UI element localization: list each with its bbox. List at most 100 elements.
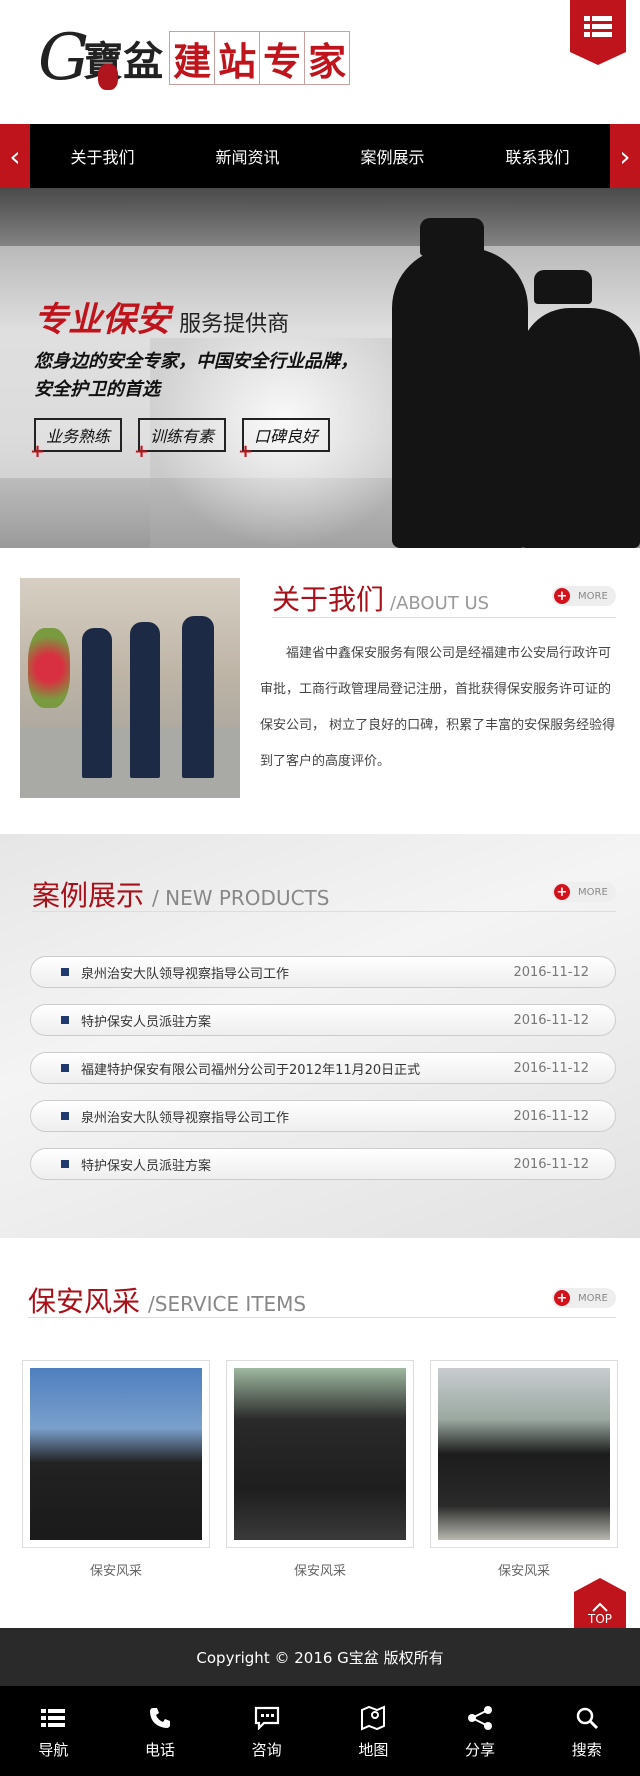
- nav-item-cases[interactable]: 案例展示: [320, 144, 465, 168]
- gallery-caption: 保安风采: [293, 1564, 346, 1579]
- bottom-nav: 导航 电话 咨询 地图 分享 搜索: [0, 1686, 640, 1776]
- banner-tags: 业务熟练 训练有素 口碑良好: [30, 418, 346, 462]
- about-heading: 关于我们/ABOUT US + MORE: [272, 578, 616, 618]
- cases-more-button[interactable]: + MORE: [552, 882, 616, 902]
- bottom-nav-label: 电话: [145, 1740, 176, 1759]
- more-label: MORE: [578, 886, 608, 898]
- banner-tag: 训练有素: [134, 418, 227, 462]
- guard-image: [520, 308, 640, 548]
- bottom-nav-menu[interactable]: 导航: [0, 1686, 107, 1776]
- guard-image: [130, 622, 160, 778]
- nav-next-button[interactable]: ›: [610, 124, 640, 188]
- guard-image: [82, 628, 112, 778]
- service-gallery: 保安风采 保安风采 保安风采: [22, 1360, 618, 1579]
- logo-title: 建 站 专 家: [169, 31, 351, 85]
- nav-item-about[interactable]: 关于我们: [30, 144, 175, 168]
- bottom-nav-map[interactable]: 地图: [320, 1686, 427, 1776]
- logo-letter: G: [38, 21, 90, 95]
- bottom-nav-label: 咨询: [251, 1740, 282, 1759]
- list-item[interactable]: 特护保安人员派驻方案 2016-11-12: [30, 1004, 616, 1036]
- guard-cap: [534, 270, 592, 304]
- bottom-nav-consult[interactable]: 咨询: [213, 1686, 320, 1776]
- logo-title-char: 专: [259, 31, 306, 85]
- service-section: 保安风采/SERVICE ITEMS + MORE 保安风采 保安风采 保安风采: [0, 1238, 640, 1628]
- about-title-en: /ABOUT US: [390, 593, 490, 614]
- gallery-item[interactable]: 保安风采: [226, 1360, 414, 1579]
- more-label: MORE: [578, 590, 608, 602]
- case-title: 福建特护保安有限公司福州分公司于2012年11月20日正式: [81, 1062, 421, 1078]
- service-more-button[interactable]: + MORE: [552, 1288, 616, 1308]
- plus-icon: +: [554, 1290, 570, 1306]
- about-more-button[interactable]: + MORE: [552, 586, 616, 606]
- nav-item-contact[interactable]: 联系我们: [465, 144, 610, 168]
- gallery-item[interactable]: 保安风采: [430, 1360, 618, 1579]
- case-date: 2016-11-12: [513, 1060, 589, 1076]
- banner-subline: 您身边的安全专家，中国安全行业品牌， 安全护卫的首选: [34, 348, 358, 404]
- case-title: 泉州治安大队领导视察指导公司工作: [81, 1110, 290, 1126]
- chevron-up-icon: [592, 1602, 608, 1612]
- logo-title-char: 站: [214, 31, 261, 85]
- top-label: TOP: [587, 1612, 612, 1626]
- gallery-photo: [438, 1368, 610, 1540]
- banner-tag: 业务熟练: [30, 418, 123, 462]
- nav-item-news[interactable]: 新闻资讯: [175, 144, 320, 168]
- banner-subline-1: 您身边的安全专家，中国安全行业品牌，: [34, 351, 358, 372]
- bullet-icon: [61, 968, 69, 976]
- list-item[interactable]: 泉州治安大队领导视察指导公司工作 2016-11-12: [30, 1100, 616, 1132]
- bottom-nav-label: 分享: [465, 1740, 496, 1759]
- search-icon: [575, 1703, 599, 1733]
- list-menu-icon: [584, 16, 612, 37]
- bullet-icon: [61, 1160, 69, 1168]
- bullet-icon: [61, 1112, 69, 1120]
- footer: Copyright © 2016 G宝盆 版权所有: [0, 1628, 640, 1686]
- about-title-zh: 关于我们: [272, 583, 385, 616]
- bullet-icon: [61, 1016, 69, 1024]
- logo-title-char: 家: [304, 31, 351, 85]
- cases-heading: 案例展示 / NEW PRODUCTS + MORE: [32, 874, 616, 912]
- header: G 寶盆 建 站 专 家: [0, 0, 640, 124]
- photo-frame: [226, 1360, 414, 1548]
- bottom-nav-label: 地图: [358, 1740, 389, 1759]
- hero-banner[interactable]: 专业保安 服务提供商 您身边的安全专家，中国安全行业品牌， 安全护卫的首选 业务…: [0, 188, 640, 548]
- bottom-nav-phone[interactable]: 电话: [107, 1686, 214, 1776]
- gallery-item[interactable]: 保安风采: [22, 1360, 210, 1579]
- case-date: 2016-11-12: [513, 964, 589, 980]
- case-date: 2016-11-12: [513, 1156, 589, 1172]
- list-icon: [41, 1703, 66, 1733]
- list-item[interactable]: 福建特护保安有限公司福州分公司于2012年11月20日正式 2016-11-12: [30, 1052, 616, 1084]
- menu-button[interactable]: [570, 0, 626, 65]
- list-item[interactable]: 特护保安人员派驻方案 2016-11-12: [30, 1148, 616, 1180]
- bottom-nav-search[interactable]: 搜索: [533, 1686, 640, 1776]
- list-item[interactable]: 泉州治安大队领导视察指导公司工作 2016-11-12: [30, 956, 616, 988]
- nav-items: 关于我们 新闻资讯 案例展示 联系我们: [30, 144, 610, 168]
- gallery-caption: 保安风采: [497, 1564, 550, 1579]
- case-list: 泉州治安大队领导视察指导公司工作 2016-11-12 特护保安人员派驻方案 2…: [30, 956, 616, 1196]
- service-title-en: /SERVICE ITEMS: [148, 1292, 307, 1316]
- map-icon: [360, 1703, 386, 1733]
- service-heading: 保安风采/SERVICE ITEMS + MORE: [28, 1280, 616, 1318]
- share-icon: [467, 1703, 493, 1733]
- cases-section: 案例展示 / NEW PRODUCTS + MORE 泉州治安大队领导视察指导公司…: [0, 834, 640, 1238]
- plus-icon: +: [554, 884, 570, 900]
- main-nav: ‹ 关于我们 新闻资讯 案例展示 联系我们 ›: [0, 124, 640, 188]
- banner-headline-sub: 服务提供商: [179, 312, 290, 337]
- photo-frame: [22, 1360, 210, 1548]
- cases-title-zh: 案例展示: [32, 879, 145, 912]
- logo-title-char: 建: [169, 31, 216, 85]
- guard-image: [182, 616, 214, 778]
- nav-prev-button[interactable]: ‹: [0, 124, 30, 188]
- banner-headline-main: 专业保安: [34, 300, 170, 340]
- gallery-photo: [234, 1368, 406, 1540]
- back-to-top-button[interactable]: TOP: [574, 1578, 626, 1630]
- bottom-nav-share[interactable]: 分享: [427, 1686, 534, 1776]
- copyright-text: Copyright © 2016 G宝盆 版权所有: [196, 1648, 444, 1667]
- about-photo[interactable]: [20, 578, 240, 798]
- banner-tag: 口碑良好: [238, 418, 331, 462]
- about-text: 福建省中鑫保安服务有限公司是经福建市公安局行政许可审批，工商行政管理局登记注册，…: [260, 646, 616, 769]
- case-date: 2016-11-12: [513, 1012, 589, 1028]
- guard-image: [392, 248, 528, 548]
- banner-subline-2: 安全护卫的首选: [34, 379, 160, 400]
- case-date: 2016-11-12: [513, 1108, 589, 1124]
- chat-icon: [254, 1703, 280, 1733]
- site-logo[interactable]: G 寶盆 建 站 专 家: [38, 21, 351, 95]
